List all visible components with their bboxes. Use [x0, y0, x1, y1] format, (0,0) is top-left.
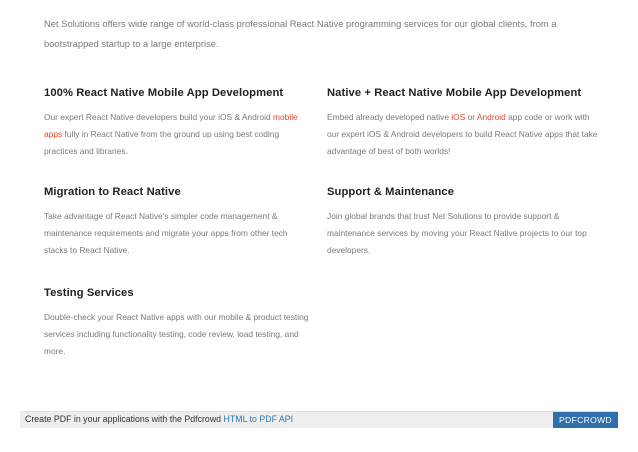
intro-paragraph: Net Solutions offers wide range of world… [44, 18, 557, 49]
service-description: Take advantage of React Native's simpler… [44, 211, 288, 256]
ios-link[interactable]: iOS [451, 112, 465, 122]
service-testing: Testing Services Double-check your React… [44, 286, 309, 361]
description-text: fully in React Native from the ground up… [44, 129, 280, 157]
service-title: Testing Services [44, 287, 134, 299]
description-text: or [465, 112, 477, 122]
description-text: Embed already developed native [327, 112, 452, 122]
service-description: Double-check your React Native apps with… [44, 312, 309, 357]
html-to-pdf-api-link[interactable]: HTML to PDF API [224, 414, 294, 424]
service-migration: Migration to React Native Take advantage… [44, 185, 309, 260]
service-title: Native + React Native Mobile App Develop… [327, 87, 582, 99]
service-native-plus-react-native: Native + React Native Mobile App Develop… [327, 86, 602, 161]
footer-label: Create PDF in your applications with the… [25, 414, 224, 424]
service-support-maintenance: Support & Maintenance Join global brands… [327, 185, 602, 260]
service-description: Our expert React Native developers build… [44, 109, 309, 161]
service-react-native-development: 100% React Native Mobile App Development… [44, 86, 309, 161]
service-description: Embed already developed native iOS or An… [327, 109, 602, 161]
service-title: 100% React Native Mobile App Development [44, 87, 284, 99]
pdfcrowd-brand-link[interactable]: PDFCROWD [552, 412, 618, 428]
android-link[interactable]: Android [477, 112, 506, 122]
service-description: Join global brands that trust Net Soluti… [327, 211, 587, 256]
description-text: Our expert React Native developers build… [44, 112, 274, 122]
service-title: Support & Maintenance [327, 186, 455, 198]
service-title: Migration to React Native [44, 186, 181, 198]
footer-text: Create PDF in your applications with the… [25, 414, 293, 424]
pdfcrowd-footer: Create PDF in your applications with the… [20, 411, 618, 428]
